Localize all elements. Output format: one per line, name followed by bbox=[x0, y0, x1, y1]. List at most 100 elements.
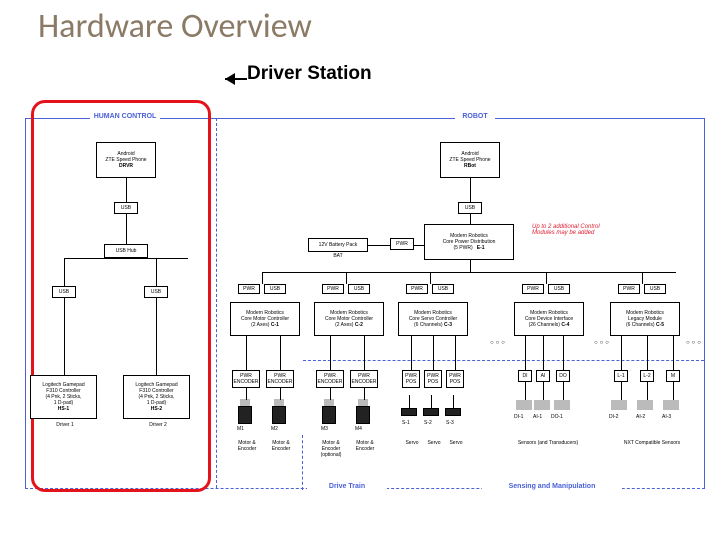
m bbox=[274, 399, 284, 406]
zone-sense-label: Sensing and Manipulation bbox=[482, 483, 622, 490]
usb-node-3: USB bbox=[144, 286, 168, 298]
m3-tag: M3 bbox=[321, 426, 328, 432]
s2-tag: S-2 bbox=[424, 420, 432, 426]
l bbox=[411, 336, 412, 370]
nxt-ai3 bbox=[663, 400, 679, 410]
zone-drive-label: Drive Train bbox=[307, 483, 387, 490]
l bbox=[647, 336, 648, 370]
page-title: Hardware Overview bbox=[38, 10, 312, 44]
motor-icon-3 bbox=[322, 406, 336, 424]
l bbox=[470, 260, 471, 272]
out-m: M bbox=[666, 370, 680, 382]
m1-tag: M1 bbox=[237, 426, 244, 432]
l bbox=[126, 178, 127, 202]
l bbox=[563, 382, 564, 400]
l bbox=[246, 336, 247, 370]
pwr-c5: PWR bbox=[618, 284, 640, 294]
mtr2-lab: Motor &Encoder bbox=[266, 440, 296, 452]
s3-tag: S-3 bbox=[446, 420, 454, 426]
l bbox=[543, 336, 544, 370]
out-s2: PWRPOS bbox=[424, 370, 442, 388]
m bbox=[358, 399, 368, 406]
zone-divider-2 bbox=[302, 435, 303, 490]
l bbox=[156, 298, 157, 375]
l bbox=[280, 388, 281, 400]
usb-c2: USB bbox=[348, 284, 370, 294]
motor-icon-4 bbox=[356, 406, 370, 424]
l bbox=[64, 258, 65, 286]
servo-icon-3 bbox=[445, 408, 461, 416]
l bbox=[525, 336, 526, 370]
l bbox=[525, 382, 526, 400]
l bbox=[546, 272, 547, 284]
di1-tag: DI-1 bbox=[514, 414, 523, 420]
servo-icon-1 bbox=[401, 408, 417, 416]
zone-left bbox=[25, 118, 26, 488]
callout-label: Driver Station bbox=[247, 64, 372, 83]
battery-label: 12V Battery Pack bbox=[308, 238, 368, 252]
rbot-phone: AndroidZTE Speed PhoneRBot bbox=[440, 142, 500, 178]
l bbox=[246, 388, 247, 400]
gamepad-1: Logitech GamepadF310 Controller (4 Pnk, … bbox=[30, 375, 97, 419]
zone-divider-1 bbox=[216, 118, 217, 488]
l bbox=[126, 214, 127, 244]
usb-c3: USB bbox=[432, 284, 454, 294]
l bbox=[433, 336, 434, 370]
out-l2: L-2 bbox=[640, 370, 654, 382]
l bbox=[673, 336, 674, 370]
l bbox=[364, 336, 365, 370]
l bbox=[330, 388, 331, 400]
out-s1: PWRPOS bbox=[402, 370, 420, 388]
usb-c1: USB bbox=[264, 284, 286, 294]
usb-node-4: USB bbox=[458, 202, 482, 214]
usb-c5: USB bbox=[644, 284, 666, 294]
sensor-ai1 bbox=[534, 400, 550, 410]
l bbox=[563, 336, 564, 370]
dots-1: ○○○ bbox=[490, 340, 507, 346]
motor-icon-2 bbox=[272, 406, 286, 424]
dots-3: ○○○ bbox=[686, 340, 703, 346]
l bbox=[647, 382, 648, 400]
sensor-do1 bbox=[554, 400, 570, 410]
l bbox=[64, 298, 65, 375]
ai1-tag: AI-1 bbox=[533, 414, 542, 420]
ai3-tag: AI-3 bbox=[662, 414, 671, 420]
driver2-label: Driver 2 bbox=[141, 422, 175, 428]
mtr3-lab: Motor &Encoder(optional) bbox=[316, 440, 346, 458]
pwr-node-bat: PWR bbox=[390, 238, 414, 250]
nxt-ai2 bbox=[637, 400, 653, 410]
do1-tag: DO-1 bbox=[551, 414, 563, 420]
l bbox=[621, 382, 622, 400]
l bbox=[455, 336, 456, 370]
out-p1: PWRENCODER bbox=[232, 370, 260, 388]
usb-hub: USB Hub bbox=[104, 244, 148, 258]
m bbox=[324, 399, 334, 406]
servo-icon-2 bbox=[423, 408, 439, 416]
l bbox=[156, 258, 157, 286]
driver1-label: Driver 1 bbox=[48, 422, 82, 428]
s1-tag: S-1 bbox=[402, 420, 410, 426]
l bbox=[543, 382, 544, 400]
zone-right bbox=[704, 118, 705, 488]
l bbox=[368, 245, 390, 246]
out-s3: PWRPOS bbox=[446, 370, 464, 388]
l bbox=[64, 258, 188, 259]
l bbox=[364, 388, 365, 400]
device-if: Modern RoboticsCore Device Interface (26… bbox=[514, 302, 584, 336]
usb-node-2: USB bbox=[52, 286, 76, 298]
srv-lab3: Servo bbox=[446, 440, 466, 446]
power-dist: Modern RoboticsCore Power Distribution (… bbox=[424, 224, 514, 260]
l bbox=[346, 272, 347, 284]
usb-c4: USB bbox=[548, 284, 570, 294]
srv-lab1: Servo bbox=[402, 440, 422, 446]
l bbox=[330, 336, 331, 370]
motor-icon-1 bbox=[238, 406, 252, 424]
diagram-canvas: Hardware Overview Driver Station HUMAN C… bbox=[0, 0, 720, 540]
bat-tag: BAT bbox=[329, 253, 347, 259]
sens-lab: Sensors (and Transducers) bbox=[500, 440, 596, 446]
l bbox=[280, 336, 281, 370]
m4-tag: M4 bbox=[355, 426, 362, 432]
mtr1-lab: Motor &Encoder bbox=[232, 440, 262, 452]
drvr-phone: AndroidZTE Speed PhoneDRVR bbox=[96, 142, 156, 178]
dots-2: ○○○ bbox=[594, 340, 611, 346]
